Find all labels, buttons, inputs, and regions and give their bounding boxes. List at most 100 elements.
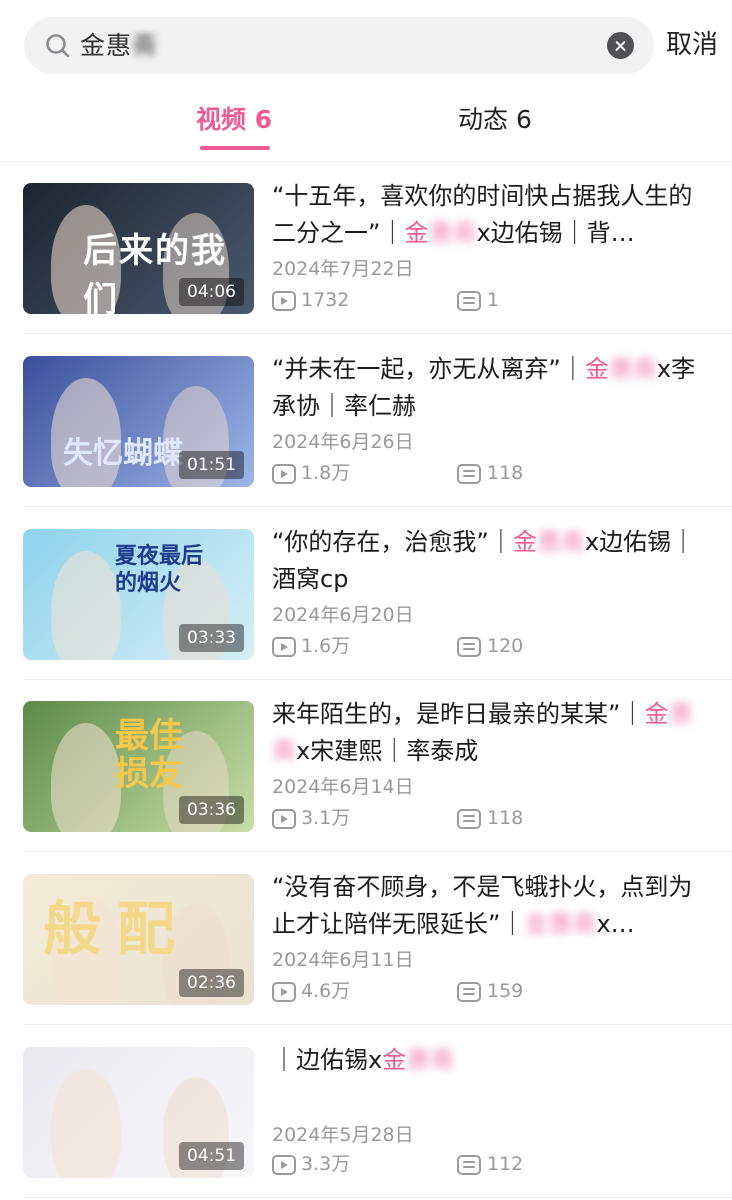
thumbnail-title-art: 失忆蝴蝶 [63,436,183,471]
thumbnail-title-art: 最佳损友 [115,716,183,794]
search-icon [46,34,70,58]
video-thumbnail[interactable]: 失忆蝴蝶 01:51 [23,356,254,487]
video-title[interactable]: “你的存在，治愈我”｜金惠斋x边佑锡｜酒窝cp [272,524,712,598]
video-title-name: 金 [404,219,429,247]
comment-icon-line [463,475,475,477]
comment-icon-line [463,470,475,472]
video-item[interactable]: 最佳损友 03:36 来年陌生的，是昨日最亲的某某”｜金惠斋x宋建熙｜率泰成 2024… [0,680,732,852]
comment-icon-line [463,302,475,304]
video-date: 2024年7月22日 [272,258,414,280]
video-title-name-blurred: 惠斋 [428,219,477,247]
tab-posts[interactable]: 动态 6 [458,100,532,140]
video-title-text: x… [596,910,635,938]
duration-badge: 03:33 [179,624,244,652]
duration-badge: 03:36 [179,796,244,824]
video-title[interactable]: “没有奋不顾身，不是飞蛾扑火，点到为止才让陪伴无限延长”｜金惠斋x… [272,869,712,943]
thumbnail-title-art: 般配 [43,895,192,963]
comment-count-icon [457,291,481,311]
video-title-name: 金 [382,1046,407,1074]
cancel-button[interactable]: 取消 [666,26,718,64]
video-item[interactable]: 后来的我们 04:06 “十五年，喜欢你的时间快占据我人生的二分之一”｜金惠斋x边佑… [0,162,732,334]
clear-icon[interactable] [607,32,634,59]
duration-badge: 04:06 [179,278,244,306]
video-title[interactable]: ｜边佑锡x金惠斋 [272,1042,712,1079]
video-item[interactable]: 夏夜最后的烟火 03:33 “你的存在，治愈我”｜金惠斋x边佑锡｜酒窝cp 2024年… [0,508,732,680]
play-triangle [281,1161,288,1169]
video-date: 2024年6月11日 [272,949,414,971]
video-title[interactable]: 来年陌生的，是昨日最亲的某某”｜金惠斋x宋建熙｜率泰成 [272,696,712,770]
search-query: 金惠斋 [80,29,158,63]
play-count: 1.6万 [301,635,351,657]
video-thumbnail[interactable]: 后来的我们 04:06 [23,183,254,314]
tab-videos[interactable]: 视频 6 [196,100,272,140]
play-triangle [281,470,288,478]
search-input[interactable]: 金惠斋 [24,17,654,74]
video-title-name: 金 [644,700,669,728]
search-bar: 金惠斋 取消 [0,0,732,92]
play-count: 3.3万 [301,1153,351,1175]
comment-icon-line [463,820,475,822]
thumbnail-title-art: 夏夜最后的烟火 [115,543,204,596]
play-count: 1732 [301,289,350,311]
search-query-text: 金惠 [80,31,133,60]
video-date: 2024年5月28日 [272,1124,414,1146]
comment-icon-line [463,648,475,650]
comment-count: 112 [487,1153,524,1175]
video-title-text: 来年陌生的，是昨日最亲的某某”｜ [272,700,645,728]
play-count-icon [272,1155,296,1175]
play-count-icon [272,291,296,311]
video-thumbnail[interactable]: 夏夜最后的烟火 03:33 [23,529,254,660]
video-title-name: 金 [512,528,537,556]
play-count: 4.6万 [301,980,351,1002]
comment-icon-line [463,993,475,995]
tab-active-indicator [200,146,270,150]
comment-icon-line [463,1161,475,1163]
video-date: 2024年6月14日 [272,776,414,798]
video-item[interactable]: 失忆蝴蝶 01:51 “并未在一起，亦无从离弃”｜金惠斋x李承协｜率仁赫 2024年6… [0,335,732,507]
video-title-text: “你的存在，治愈我”｜ [272,528,513,556]
comment-count: 118 [487,807,524,829]
video-title-name-blurred: 惠斋 [608,355,657,383]
thumbnail-figure [51,551,121,660]
comment-count: 1 [487,289,500,311]
thumbnail-figure [51,723,121,832]
video-thumbnail[interactable]: 般配 02:36 [23,874,254,1005]
play-triangle [281,643,288,651]
video-date: 2024年6月20日 [272,604,414,626]
comment-icon-line [463,1166,475,1168]
comment-icon-line [463,988,475,990]
video-title-text: x边佑锡｜背… [476,219,635,247]
comment-count-icon [457,464,481,484]
video-item[interactable]: 04:51 ｜边佑锡x金惠斋 2024年5月28日 3.3万 112 [0,1026,732,1198]
video-title-name-blurred: 惠斋 [536,528,585,556]
play-triangle [281,297,288,305]
play-count-icon [272,464,296,484]
video-title-text: “并未在一起，亦无从离弃”｜ [272,355,585,383]
video-title[interactable]: “十五年，喜欢你的时间快占据我人生的二分之一”｜金惠斋x边佑锡｜背… [272,178,712,252]
video-title-name: 金 [584,355,609,383]
play-count-icon [272,637,296,657]
video-item[interactable]: 般配 02:36 “没有奋不顾身，不是飞蛾扑火，点到为止才让陪伴无限延长”｜金惠斋x… [0,853,732,1025]
play-triangle [281,988,288,996]
comment-count-icon [457,809,481,829]
video-title-text: ｜边佑锡x [272,1046,383,1074]
comment-count: 120 [487,635,524,657]
video-thumbnail[interactable]: 04:51 [23,1047,254,1178]
comment-icon-line [463,815,475,817]
play-count: 1.8万 [301,462,351,484]
video-date: 2024年6月26日 [272,431,414,453]
video-title-name-blurred: 金惠斋 [524,910,597,938]
play-count-icon [272,982,296,1002]
thumbnail-figure [51,1069,121,1178]
video-thumbnail[interactable]: 最佳损友 03:36 [23,701,254,832]
video-title[interactable]: “并未在一起，亦无从离弃”｜金惠斋x李承协｜率仁赫 [272,351,712,425]
search-query-blurred: 斋 [132,31,159,60]
comment-count: 118 [487,462,524,484]
comment-icon-line [463,297,475,299]
comment-count: 159 [487,980,524,1002]
video-title-text: x宋建熙｜率泰成 [296,737,479,765]
result-tabs: 视频 6 动态 6 [0,92,732,162]
comment-count-icon [457,637,481,657]
duration-badge: 01:51 [179,451,244,479]
video-title-name-blurred: 惠斋 [406,1046,455,1074]
